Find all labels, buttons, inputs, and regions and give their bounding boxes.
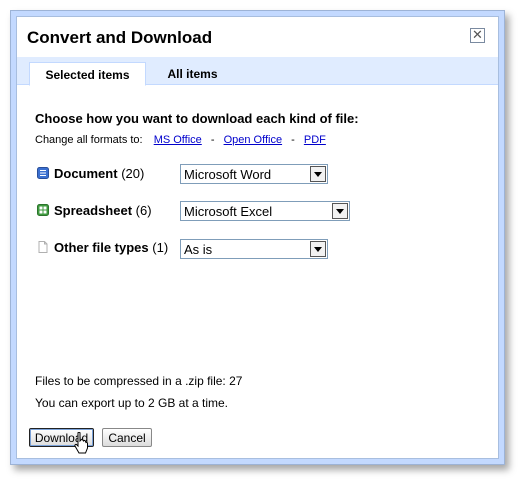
document-format-select[interactable]: Microsoft Word <box>180 164 328 184</box>
spreadsheet-format-select[interactable]: Microsoft Excel <box>180 201 350 221</box>
file-type-count: (20) <box>121 166 145 181</box>
ms-office-link[interactable]: MS Office <box>154 134 202 146</box>
spreadsheet-icon <box>37 204 49 216</box>
tab-selected-items[interactable]: Selected items <box>29 62 146 86</box>
compressed-info: Files to be compressed in a .zip file: 2… <box>35 374 243 388</box>
file-type-name: Spreadsheet <box>54 203 133 218</box>
select-value: Microsoft Excel <box>184 204 273 219</box>
other-format-select[interactable]: As is <box>180 239 328 259</box>
open-office-link[interactable]: Open Office <box>224 134 283 146</box>
file-type-spreadsheet: Spreadsheet (6) <box>37 203 152 218</box>
file-icon <box>38 241 48 253</box>
file-type-document: Document (20) <box>37 166 144 181</box>
select-value: As is <box>184 242 213 257</box>
file-type-count: (6) <box>135 203 152 218</box>
chevron-down-icon[interactable] <box>310 241 326 257</box>
cancel-button[interactable]: Cancel <box>102 428 152 447</box>
file-type-other: Other file types (1) <box>37 240 168 255</box>
export-limit-info: You can export up to 2 GB at a time. <box>35 396 229 410</box>
pdf-link[interactable]: PDF <box>304 134 326 146</box>
mouse-cursor-icon <box>74 432 88 454</box>
chevron-down-icon[interactable] <box>332 203 348 219</box>
chevron-down-icon[interactable] <box>310 166 326 182</box>
file-type-count: (1) <box>152 240 169 255</box>
dialog-title: Convert and Download <box>27 28 213 47</box>
close-icon[interactable]: ✕ <box>470 28 485 43</box>
document-icon <box>37 167 49 179</box>
separator: - <box>210 134 215 146</box>
change-all-formats-row: Change all formats to: MS Office - Open … <box>35 134 326 146</box>
dialog-title-bar: Convert and Download ✕ <box>17 17 498 57</box>
select-value: Microsoft Word <box>184 167 272 182</box>
download-heading: Choose how you want to download each kin… <box>35 111 359 126</box>
change-all-label: Change all formats to: <box>35 134 143 146</box>
file-type-name: Other file types <box>54 240 149 255</box>
tab-all-items[interactable]: All items <box>155 62 230 86</box>
tabs-bar: Selected items All items <box>17 57 498 86</box>
convert-download-dialog: Convert and Download ✕ Selected items Al… <box>16 16 499 459</box>
file-type-name: Document <box>54 166 118 181</box>
separator: - <box>291 134 295 146</box>
